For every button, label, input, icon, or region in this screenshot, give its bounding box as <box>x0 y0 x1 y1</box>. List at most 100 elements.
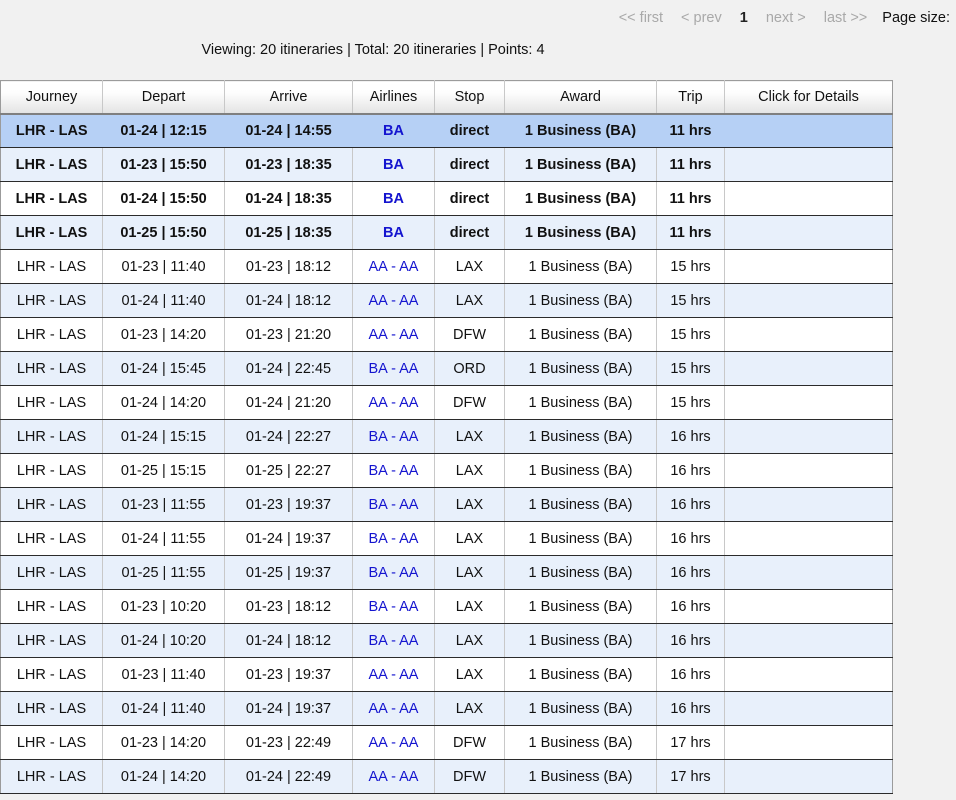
pagination-next-link[interactable]: next > <box>766 10 806 26</box>
table-row[interactable]: LHR - LAS 01-24 | 11:40 01-24 | 19:37 AA - … <box>0 691 893 726</box>
table-row[interactable]: LHR - LAS 01-23 | 11:40 01-23 | 19:37 AA - … <box>0 657 893 692</box>
cell-details[interactable] <box>724 759 893 794</box>
airline-link[interactable]: AA - AA <box>369 395 419 411</box>
airline-link[interactable]: AA - AA <box>369 701 419 717</box>
airline-link[interactable]: BA <box>383 123 404 139</box>
column-header-journey[interactable]: Journey <box>0 80 103 115</box>
table-row[interactable]: LHR - LAS 01-24 | 14:20 01-24 | 22:49 AA - … <box>0 759 893 794</box>
cell-details[interactable] <box>724 623 893 658</box>
cell-airlines[interactable]: AA - AA <box>352 317 435 352</box>
cell-airlines[interactable]: AA - AA <box>352 691 435 726</box>
table-row[interactable]: LHR - LAS 01-23 | 10:20 01-23 | 18:12 BA - … <box>0 589 893 624</box>
cell-airlines[interactable]: BA - AA <box>352 521 435 556</box>
cell-airlines[interactable]: BA - AA <box>352 351 435 386</box>
cell-airlines[interactable]: BA - AA <box>352 589 435 624</box>
airline-link[interactable]: BA - AA <box>369 599 419 615</box>
cell-journey: LHR - LAS <box>0 351 103 386</box>
airline-link[interactable]: BA <box>383 225 404 241</box>
table-row[interactable]: LHR - LAS 01-23 | 14:20 01-23 | 22:49 AA - … <box>0 725 893 760</box>
airline-link[interactable]: AA - AA <box>369 259 419 275</box>
cell-airlines[interactable]: BA <box>352 113 435 148</box>
airline-link[interactable]: AA - AA <box>369 327 419 343</box>
cell-airlines[interactable]: AA - AA <box>352 249 435 284</box>
table-row[interactable]: LHR - LAS 01-23 | 11:40 01-23 | 18:12 AA - … <box>0 249 893 284</box>
column-header-arrive[interactable]: Arrive <box>224 80 353 115</box>
airline-link[interactable]: AA - AA <box>369 735 419 751</box>
column-header-award[interactable]: Award <box>504 80 657 115</box>
column-header-depart[interactable]: Depart <box>102 80 225 115</box>
table-row[interactable]: LHR - LAS 01-23 | 14:20 01-23 | 21:20 AA - … <box>0 317 893 352</box>
cell-details[interactable] <box>724 385 893 420</box>
cell-depart: 01-23 | 11:40 <box>102 249 225 284</box>
cell-airlines[interactable]: AA - AA <box>352 725 435 760</box>
cell-airlines[interactable]: BA - AA <box>352 419 435 454</box>
cell-depart: 01-24 | 15:50 <box>102 181 225 216</box>
table-row[interactable]: LHR - LAS 01-25 | 11:55 01-25 | 19:37 BA - … <box>0 555 893 590</box>
airline-link[interactable]: BA <box>383 157 404 173</box>
table-row[interactable]: LHR - LAS 01-23 | 15:50 01-23 | 18:35 BA dir… <box>0 147 893 182</box>
cell-airlines[interactable]: BA <box>352 147 435 182</box>
airline-link[interactable]: BA - AA <box>369 565 419 581</box>
table-row[interactable]: LHR - LAS 01-24 | 12:15 01-24 | 14:55 BA dir… <box>0 113 893 148</box>
cell-airlines[interactable]: BA - AA <box>352 555 435 590</box>
table-row[interactable]: LHR - LAS 01-24 | 15:15 01-24 | 22:27 BA - … <box>0 419 893 454</box>
table-row[interactable]: LHR - LAS 01-24 | 15:45 01-24 | 22:45 BA - … <box>0 351 893 386</box>
airline-link[interactable]: BA - AA <box>369 633 419 649</box>
cell-details[interactable] <box>724 113 893 148</box>
cell-details[interactable] <box>724 691 893 726</box>
column-header-stop[interactable]: Stop <box>434 80 505 115</box>
cell-details[interactable] <box>724 555 893 590</box>
cell-details[interactable] <box>724 283 893 318</box>
airline-link[interactable]: BA - AA <box>369 429 419 445</box>
cell-details[interactable] <box>724 453 893 488</box>
table-row[interactable]: LHR - LAS 01-24 | 14:20 01-24 | 21:20 AA - … <box>0 385 893 420</box>
pagination-first-link[interactable]: << first <box>619 10 663 26</box>
cell-trip: 16 hrs <box>656 623 725 658</box>
pagination-last-link[interactable]: last >> <box>824 10 868 26</box>
airline-link[interactable]: BA - AA <box>369 463 419 479</box>
cell-details[interactable] <box>724 249 893 284</box>
cell-airlines[interactable]: AA - AA <box>352 283 435 318</box>
cell-airlines[interactable]: BA - AA <box>352 487 435 522</box>
cell-airlines[interactable]: BA - AA <box>352 453 435 488</box>
pagination-prev-link[interactable]: < prev <box>681 10 722 26</box>
table-row[interactable]: LHR - LAS 01-24 | 10:20 01-24 | 18:12 BA - … <box>0 623 893 658</box>
cell-airlines[interactable]: AA - AA <box>352 657 435 692</box>
column-header-details[interactable]: Click for Details <box>724 80 893 115</box>
table-row[interactable]: LHR - LAS 01-23 | 11:55 01-23 | 19:37 BA - … <box>0 487 893 522</box>
cell-stop: DFW <box>434 759 505 794</box>
cell-details[interactable] <box>724 589 893 624</box>
airline-link[interactable]: BA - AA <box>369 361 419 377</box>
cell-stop: ORD <box>434 351 505 386</box>
airline-link[interactable]: AA - AA <box>369 293 419 309</box>
cell-details[interactable] <box>724 487 893 522</box>
cell-details[interactable] <box>724 521 893 556</box>
airline-link[interactable]: AA - AA <box>369 667 419 683</box>
table-row[interactable]: LHR - LAS 01-25 | 15:50 01-25 | 18:35 BA dir… <box>0 215 893 250</box>
airline-link[interactable]: BA <box>383 191 404 207</box>
cell-details[interactable] <box>724 657 893 692</box>
table-row[interactable]: LHR - LAS 01-24 | 11:55 01-24 | 19:37 BA - … <box>0 521 893 556</box>
column-header-trip[interactable]: Trip <box>656 80 725 115</box>
cell-details[interactable] <box>724 147 893 182</box>
pagination-current-page[interactable]: 1 <box>740 10 748 26</box>
cell-trip: 17 hrs <box>656 759 725 794</box>
airline-link[interactable]: BA - AA <box>369 531 419 547</box>
cell-airlines[interactable]: AA - AA <box>352 385 435 420</box>
cell-airlines[interactable]: BA - AA <box>352 623 435 658</box>
table-row[interactable]: LHR - LAS 01-24 | 15:50 01-24 | 18:35 BA dir… <box>0 181 893 216</box>
cell-airlines[interactable]: BA <box>352 215 435 250</box>
cell-details[interactable] <box>724 419 893 454</box>
cell-airlines[interactable]: AA - AA <box>352 759 435 794</box>
table-row[interactable]: LHR - LAS 01-25 | 15:15 01-25 | 22:27 BA - … <box>0 453 893 488</box>
cell-airlines[interactable]: BA <box>352 181 435 216</box>
cell-details[interactable] <box>724 181 893 216</box>
cell-details[interactable] <box>724 725 893 760</box>
cell-details[interactable] <box>724 317 893 352</box>
airline-link[interactable]: AA - AA <box>369 769 419 785</box>
airline-link[interactable]: BA - AA <box>369 497 419 513</box>
table-row[interactable]: LHR - LAS 01-24 | 11:40 01-24 | 18:12 AA - … <box>0 283 893 318</box>
cell-details[interactable] <box>724 215 893 250</box>
cell-details[interactable] <box>724 351 893 386</box>
column-header-airlines[interactable]: Airlines <box>352 80 435 115</box>
